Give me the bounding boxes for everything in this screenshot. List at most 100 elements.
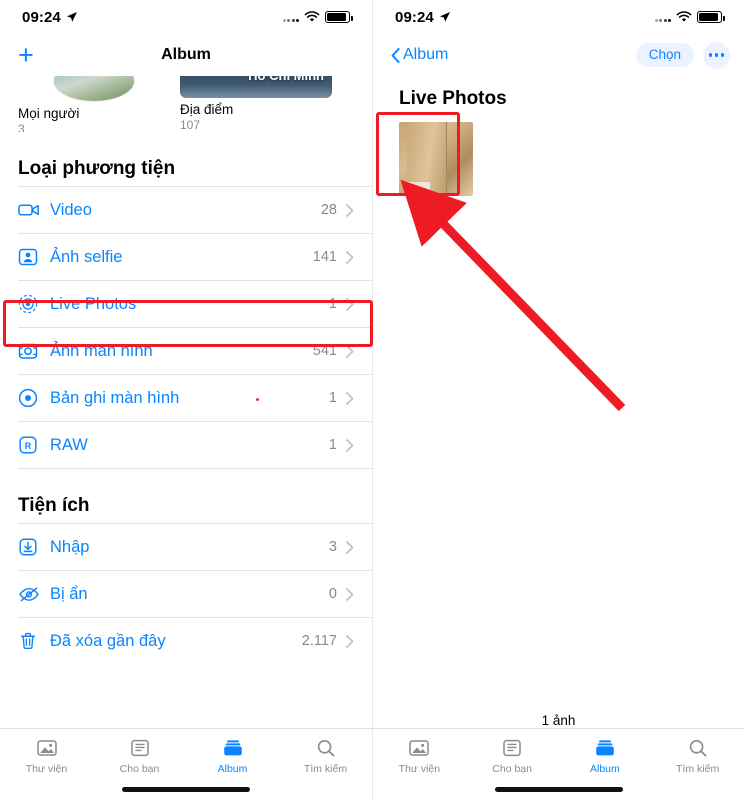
row-label: Đã xóa gần đây bbox=[50, 631, 166, 650]
row-count: 3 bbox=[328, 539, 337, 555]
chevron-right-icon bbox=[346, 438, 354, 452]
status-left: 09:24 bbox=[395, 9, 451, 26]
raw-badge-icon: R bbox=[18, 435, 46, 455]
people-avatar bbox=[53, 76, 135, 102]
chevron-right-icon bbox=[346, 391, 354, 405]
row-label: Video bbox=[50, 200, 92, 219]
album-count: 107 bbox=[180, 118, 201, 132]
trash-icon bbox=[18, 631, 46, 651]
status-right bbox=[654, 11, 725, 23]
annotation-dot bbox=[256, 398, 259, 401]
tab-label: Cho bạn bbox=[119, 763, 160, 775]
page-title: Album bbox=[161, 46, 211, 63]
row-label: Nhập bbox=[50, 537, 90, 556]
photos-library-icon bbox=[406, 738, 432, 758]
tab-label: Cho bạn bbox=[492, 763, 532, 775]
left-phone-screen: 09:24 + Album Mọi người 3 Địa điểm 107 L… bbox=[0, 0, 372, 800]
chevron-right-icon bbox=[346, 587, 354, 601]
album-count: 3 bbox=[18, 122, 25, 132]
row-label: Bị ẩn bbox=[50, 584, 88, 603]
live-photos-row-highlight bbox=[3, 300, 373, 347]
chevron-right-icon bbox=[346, 250, 354, 264]
top-albums-row: Mọi người 3 Hồ Chí Minh Địa điểm 107 bbox=[0, 76, 372, 132]
screenshot-stage: 09:24 + Album Mọi người 3 Địa điểm 107 L… bbox=[0, 0, 744, 800]
place-overlay-label: Hồ Chí Minh bbox=[248, 76, 324, 83]
tab-for-you[interactable]: Cho bạn bbox=[466, 738, 559, 775]
tab-search[interactable]: Tìm kiếm bbox=[279, 738, 372, 775]
signal-dots-icon bbox=[654, 13, 671, 22]
section-title-utilities: Tiện ích bbox=[18, 495, 90, 516]
for-you-icon bbox=[128, 738, 152, 758]
status-right bbox=[282, 11, 353, 23]
svg-text:R: R bbox=[25, 441, 32, 451]
location-arrow-icon bbox=[439, 11, 451, 23]
right-nav-bar: Album Chọn bbox=[373, 34, 744, 76]
home-indicator bbox=[494, 787, 623, 792]
search-icon bbox=[315, 738, 337, 758]
tab-label: Thư viện bbox=[25, 763, 68, 775]
album-name: Mọi người bbox=[18, 106, 80, 121]
for-you-icon bbox=[500, 738, 524, 758]
row-label: RAW bbox=[50, 435, 88, 454]
row-count: 1 bbox=[328, 390, 337, 406]
row-hidden[interactable]: Bị ẩn 0 bbox=[0, 571, 372, 617]
row-video[interactable]: Video 28 bbox=[0, 187, 372, 233]
battery-full-icon bbox=[697, 11, 725, 23]
tab-library[interactable]: Thư viện bbox=[373, 738, 466, 775]
row-count: 0 bbox=[328, 586, 337, 602]
tab-label: Album bbox=[589, 763, 620, 775]
person-portrait-icon bbox=[18, 248, 46, 266]
status-bar: 09:24 bbox=[373, 0, 744, 34]
map-thumbnail: Hồ Chí Minh bbox=[180, 76, 332, 98]
battery-full-icon bbox=[325, 11, 353, 23]
add-album-button[interactable]: + bbox=[18, 41, 34, 69]
tab-albums[interactable]: Album bbox=[186, 738, 279, 775]
chevron-right-icon bbox=[346, 203, 354, 217]
tab-label: Thư viện bbox=[398, 763, 441, 775]
select-button[interactable]: Chọn bbox=[635, 43, 694, 67]
nav-right-actions: Chọn bbox=[635, 34, 730, 76]
tab-label: Tìm kiếm bbox=[676, 763, 720, 775]
search-icon bbox=[687, 738, 709, 758]
right-tab-bar: Thư viện Cho bạn Album Tìm kiếm bbox=[373, 728, 744, 800]
tab-library[interactable]: Thư viện bbox=[0, 738, 93, 775]
location-arrow-icon bbox=[66, 11, 78, 23]
divider bbox=[18, 468, 372, 469]
album-title: Live Photos bbox=[399, 88, 507, 109]
row-count: 1 bbox=[328, 437, 337, 453]
import-icon bbox=[18, 537, 46, 557]
row-raw[interactable]: R RAW 1 bbox=[0, 422, 372, 468]
wifi-icon bbox=[676, 11, 692, 23]
album-card-people[interactable]: Mọi người 3 bbox=[18, 76, 170, 132]
row-recently-deleted[interactable]: Đã xóa gần đây 2.117 bbox=[0, 618, 372, 664]
home-indicator bbox=[122, 787, 250, 792]
row-count: 28 bbox=[320, 202, 337, 218]
row-count: 141 bbox=[312, 249, 337, 265]
tab-for-you[interactable]: Cho bạn bbox=[93, 738, 186, 775]
eye-slash-icon bbox=[18, 586, 46, 602]
wifi-icon bbox=[304, 11, 320, 23]
tab-search[interactable]: Tìm kiếm bbox=[651, 738, 744, 775]
row-selfies[interactable]: Ảnh selfie 141 bbox=[0, 234, 372, 280]
albums-icon bbox=[593, 738, 617, 758]
row-label: Bản ghi màn hình bbox=[50, 388, 180, 407]
tab-label: Tìm kiếm bbox=[303, 763, 348, 775]
tab-label: Album bbox=[217, 763, 248, 775]
album-card-places[interactable]: Hồ Chí Minh Địa điểm 107 bbox=[180, 76, 332, 132]
tab-albums[interactable]: Album bbox=[559, 738, 652, 775]
left-scroll-area[interactable]: Mọi người 3 Hồ Chí Minh Địa điểm 107 Loạ… bbox=[0, 76, 372, 664]
left-nav-bar: + Album bbox=[0, 34, 372, 76]
row-label: Ảnh selfie bbox=[50, 247, 123, 266]
status-time: 09:24 bbox=[395, 8, 434, 26]
more-options-icon[interactable] bbox=[703, 41, 730, 69]
screen-record-icon bbox=[18, 388, 46, 408]
chevron-right-icon bbox=[346, 634, 354, 648]
row-count: 2.117 bbox=[301, 633, 337, 649]
status-time: 09:24 bbox=[22, 8, 61, 26]
back-button[interactable]: Album bbox=[391, 46, 448, 64]
album-name: Địa điểm bbox=[180, 102, 234, 117]
photos-library-icon bbox=[34, 738, 60, 758]
row-screen-recordings[interactable]: Bản ghi màn hình 1 bbox=[0, 375, 372, 421]
row-imports[interactable]: Nhập 3 bbox=[0, 524, 372, 570]
photo-thumbnail-highlight bbox=[376, 112, 460, 196]
